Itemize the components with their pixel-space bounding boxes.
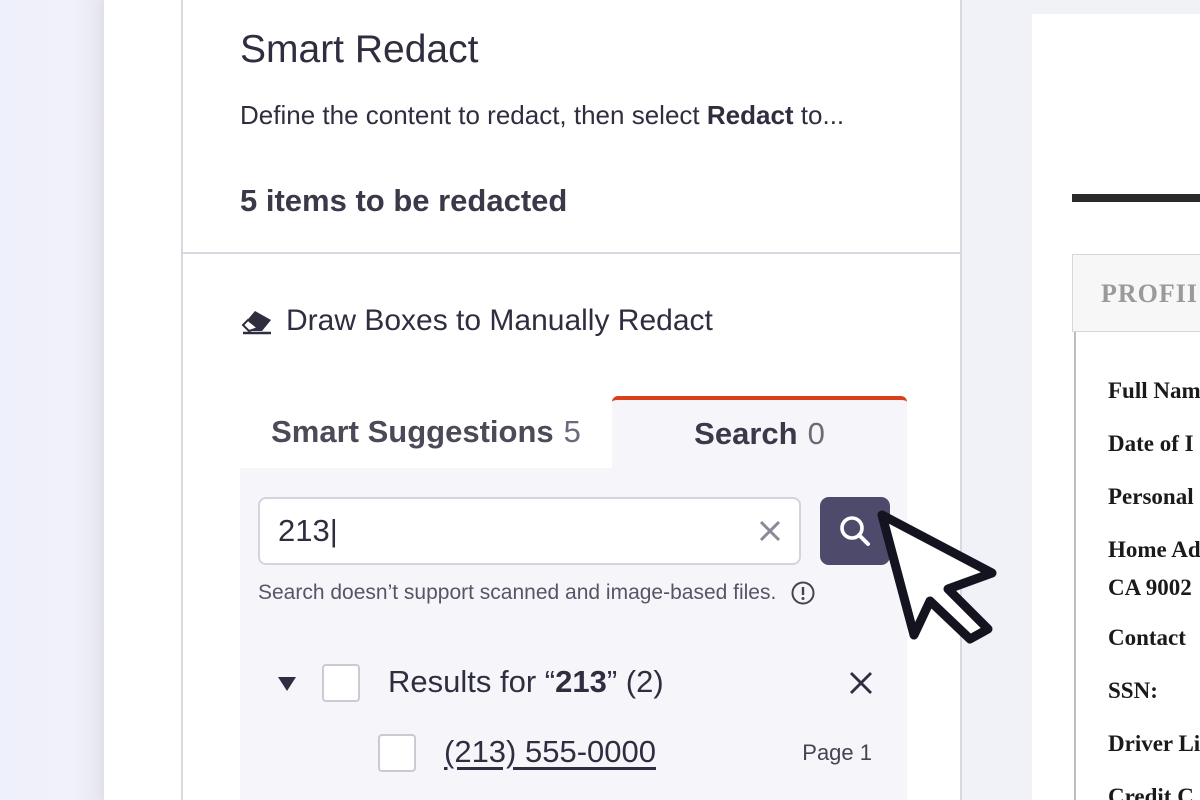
caret-down-icon[interactable] [276,674,298,694]
search-hint: Search doesn’t support scanned and image… [258,580,816,606]
result-item-page: Page 1 [802,740,872,765]
document-line: CA 9002 [1108,575,1192,600]
tab-search[interactable]: Search 0 [612,396,907,468]
close-icon[interactable] [755,516,785,546]
search-hint-text: Search doesn’t support scanned and image… [258,581,777,604]
document-table: Full Nam Date of I Personal Home Ad CA 9… [1074,332,1200,800]
document-line: Home Ad [1108,537,1200,562]
result-item-text[interactable]: (213) 555-0000 [444,734,656,770]
tab-search-label: Search [694,416,798,451]
tab-smart-suggestions[interactable]: Smart Suggestions 5 [240,396,612,468]
document-line: Credit C [1108,784,1194,800]
search-tab-content: Search doesn’t support scanned and image… [240,468,907,800]
draw-boxes-label: Draw Boxes to Manually Redact [286,304,713,337]
document-section-title: PROFII [1101,279,1198,308]
tab-smart-suggestions-label: Smart Suggestions [271,414,554,449]
document-rule [1072,194,1200,202]
document-line: Date of I [1108,431,1194,456]
draw-boxes-button[interactable]: Draw Boxes to Manually Redact [240,304,713,338]
left-background [0,0,104,800]
document-line: Full Nam [1108,378,1200,403]
panel-description: Define the content to redact, then selec… [240,100,844,131]
tool-rail [104,0,259,800]
smart-redact-panel: Smart Redact Define the content to redac… [183,0,962,800]
results-group-header: Results for “213” (2) [258,664,888,704]
results-query: 213 [555,664,607,699]
description-bold: Redact [706,100,794,130]
description-prefix: Define the content to redact, then selec… [240,100,707,130]
results-label-suffix: ” (2) [606,664,664,699]
info-icon[interactable] [790,580,816,606]
search-input[interactable] [278,499,738,563]
search-icon [840,516,870,546]
document-line: Driver Li [1108,731,1200,756]
panel-header: Smart Redact Define the content to redac… [183,0,962,254]
panel-title: Smart Redact [240,28,479,71]
results-group-checkbox[interactable] [322,664,360,702]
result-item-checkbox[interactable] [378,734,416,772]
document-line: Personal [1108,484,1194,509]
search-button[interactable] [820,497,890,565]
tab-search-count: 0 [807,416,825,451]
document-line: SSN: [1108,678,1158,703]
result-item: (213) 555-0000 Page 1 [258,732,888,776]
description-suffix: to... [793,100,845,130]
results-label: Results for “213” (2) [388,664,664,700]
items-count: 5 items to be redacted [240,183,568,218]
close-icon[interactable] [846,668,876,698]
document-page: PROFII Full Nam Date of I Personal Home … [1032,14,1200,800]
results-label-prefix: Results for “ [388,664,556,699]
tab-smart-suggestions-count: 5 [563,414,581,449]
search-field [258,497,801,565]
eraser-icon [241,311,271,335]
document-line: Contact [1108,625,1186,650]
document-section-header: PROFII [1072,254,1200,332]
